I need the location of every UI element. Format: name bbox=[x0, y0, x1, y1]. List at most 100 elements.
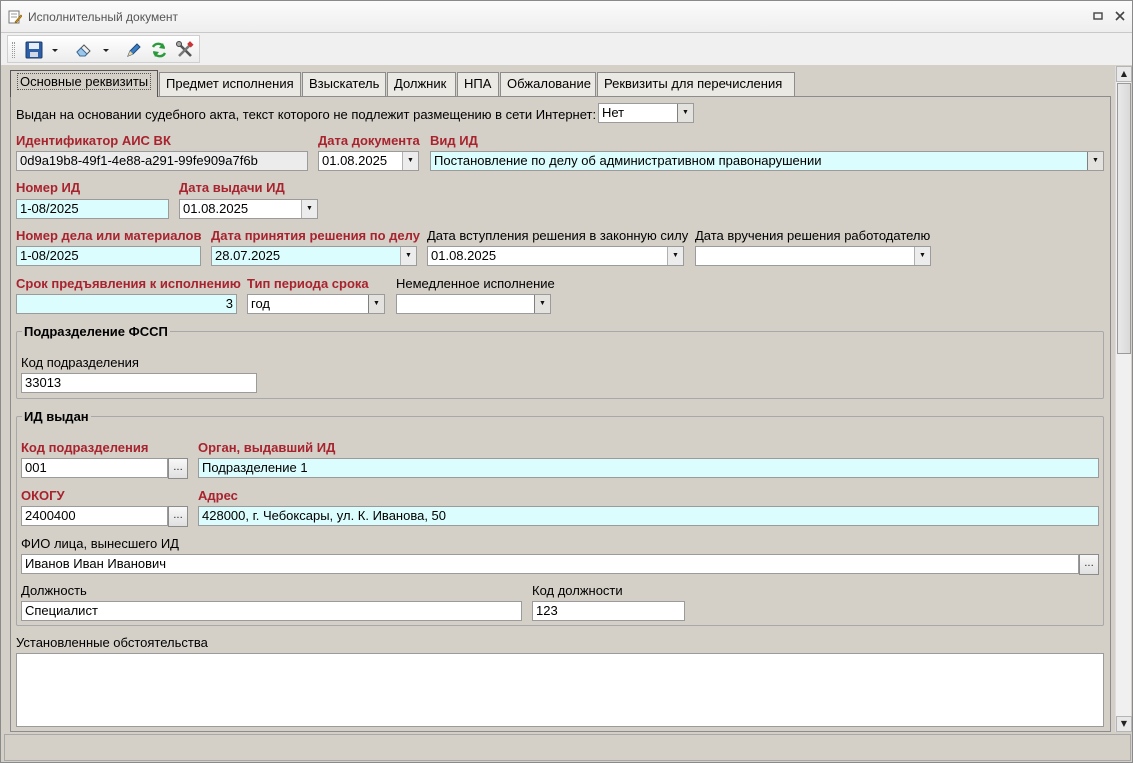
status-bar bbox=[4, 734, 1131, 761]
circumstances-label: Установленные обстоятельства bbox=[16, 635, 208, 650]
chevron-down-icon[interactable]: ▼ bbox=[400, 247, 416, 265]
term-field[interactable]: 3 bbox=[16, 294, 237, 314]
doc-kind-value: Постановление по делу об административно… bbox=[434, 153, 822, 168]
position-label: Должность bbox=[21, 583, 87, 598]
internet-select[interactable]: Нет ▼ bbox=[598, 103, 694, 123]
ais-id-label: Идентификатор АИС ВК bbox=[16, 133, 171, 148]
employer-date-field[interactable]: ▼ bbox=[695, 246, 931, 266]
immediate-label: Немедленное исполнение bbox=[396, 276, 555, 291]
person-label: ФИО лица, вынесшего ИД bbox=[21, 536, 179, 551]
tab-payment-details[interactable]: Реквизиты для перечисления bbox=[597, 72, 795, 96]
toolbar-area bbox=[1, 33, 1132, 65]
decision-date-field[interactable]: 28.07.2025 ▼ bbox=[211, 246, 417, 266]
tab-claimant[interactable]: Взыскатель bbox=[302, 72, 386, 96]
document-edit-icon bbox=[8, 10, 22, 24]
issued-code-field[interactable]: 001 bbox=[21, 458, 168, 478]
employer-date-label: Дата вручения решения работодателю bbox=[695, 228, 931, 243]
vertical-scrollbar[interactable]: ▲ ▼ bbox=[1115, 66, 1132, 732]
clear-button[interactable] bbox=[74, 40, 94, 60]
person-field[interactable]: Иванов Иван Иванович bbox=[21, 554, 1079, 574]
chevron-down-icon[interactable]: ▼ bbox=[301, 200, 317, 218]
period-type-select[interactable]: год ▼ bbox=[247, 294, 385, 314]
position-code-field[interactable]: 123 bbox=[532, 601, 685, 621]
scroll-down-button[interactable]: ▼ bbox=[1116, 716, 1132, 732]
decision-date-label: Дата принятия решения по делу bbox=[211, 228, 420, 243]
tools-icon bbox=[176, 41, 194, 57]
issued-code-browse-button[interactable]: ... bbox=[168, 458, 188, 479]
issued-group-title: ИД выдан bbox=[22, 409, 91, 424]
okogu-label: ОКОГУ bbox=[21, 488, 65, 503]
clear-dropdown-button[interactable] bbox=[101, 43, 111, 57]
term-label: Срок предъявления к исполнению bbox=[16, 276, 241, 291]
save-icon bbox=[25, 41, 43, 59]
okogu-field[interactable]: 2400400 bbox=[21, 506, 168, 526]
refresh-button[interactable] bbox=[149, 40, 169, 60]
scroll-thumb[interactable] bbox=[1117, 83, 1131, 354]
position-field[interactable]: Специалист bbox=[21, 601, 522, 621]
period-type-label: Тип периода срока bbox=[247, 276, 369, 291]
refresh-icon bbox=[151, 42, 167, 58]
title-bar: Исполнительный документ bbox=[1, 1, 1132, 33]
tools-button[interactable] bbox=[175, 40, 195, 60]
issue-date-field[interactable]: 01.08.2025 ▼ bbox=[179, 199, 318, 219]
eraser-icon bbox=[76, 44, 91, 57]
doc-date-label: Дата документа bbox=[318, 133, 420, 148]
effective-date-label: Дата вступления решения в законную силу bbox=[427, 228, 689, 243]
position-code-label: Код должности bbox=[532, 583, 623, 598]
pen-icon bbox=[127, 43, 141, 57]
tab-page-main: Выдан на основании судебного акта, текст… bbox=[10, 96, 1111, 732]
chevron-down-icon[interactable]: ▼ bbox=[534, 295, 550, 313]
tab-label: Основные реквизиты bbox=[17, 73, 152, 90]
tab-label: Взыскатель bbox=[309, 76, 380, 91]
tab-appeal[interactable]: Обжалование bbox=[500, 72, 596, 96]
chevron-down-icon[interactable]: ▼ bbox=[402, 152, 418, 170]
close-icon bbox=[1115, 11, 1125, 21]
tab-label: НПА bbox=[464, 76, 492, 91]
organ-field[interactable]: Подразделение 1 bbox=[198, 458, 1099, 478]
chevron-down-icon bbox=[103, 49, 109, 52]
chevron-down-icon[interactable]: ▼ bbox=[368, 295, 384, 313]
doc-date-value: 01.08.2025 bbox=[322, 153, 388, 168]
issued-code-label: Код подразделения bbox=[21, 440, 149, 455]
save-button[interactable] bbox=[24, 40, 44, 60]
issue-date-label: Дата выдачи ИД bbox=[179, 180, 285, 195]
scroll-up-button[interactable]: ▲ bbox=[1116, 66, 1132, 82]
effective-date-field[interactable]: 01.08.2025 ▼ bbox=[427, 246, 684, 266]
restore-button[interactable] bbox=[1090, 8, 1106, 24]
doc-date-field[interactable]: 01.08.2025 ▼ bbox=[318, 151, 419, 171]
fssp-code-field[interactable]: 33013 bbox=[21, 373, 257, 393]
internet-select-value: Нет bbox=[602, 105, 625, 120]
fssp-group-title: Подразделение ФССП bbox=[22, 324, 170, 339]
chevron-down-icon[interactable]: ▼ bbox=[1087, 152, 1103, 170]
chevron-down-icon[interactable]: ▼ bbox=[667, 247, 683, 265]
okogu-browse-button[interactable]: ... bbox=[168, 506, 188, 527]
chevron-down-icon[interactable]: ▼ bbox=[914, 247, 930, 265]
immediate-select[interactable]: ▼ bbox=[396, 294, 551, 314]
save-dropdown-button[interactable] bbox=[50, 43, 60, 57]
address-field[interactable]: 428000, г. Чебоксары, ул. К. Иванова, 50 bbox=[198, 506, 1099, 526]
ais-id-field[interactable]: 0d9a19b8-49f1-4e88-a291-99fe909a7f6b bbox=[16, 151, 308, 171]
chevron-down-icon[interactable]: ▼ bbox=[677, 104, 693, 122]
chevron-down-icon bbox=[52, 49, 58, 52]
case-number-field[interactable]: 1-08/2025 bbox=[16, 246, 201, 266]
toolbar-grip[interactable] bbox=[12, 42, 15, 58]
toolbar bbox=[7, 35, 200, 63]
tab-label: Реквизиты для перечисления bbox=[604, 76, 783, 91]
id-number-label: Номер ИД bbox=[16, 180, 81, 195]
effective-date-value: 01.08.2025 bbox=[431, 248, 497, 263]
tab-subject[interactable]: Предмет исполнения bbox=[159, 72, 301, 96]
id-number-field[interactable]: 1-08/2025 bbox=[16, 199, 169, 219]
internet-question-label: Выдан на основании судебного акта, текст… bbox=[16, 107, 597, 122]
edit-button[interactable] bbox=[124, 40, 144, 60]
doc-kind-select[interactable]: Постановление по делу об административно… bbox=[430, 151, 1104, 171]
fssp-code-label: Код подразделения bbox=[21, 355, 139, 370]
person-browse-button[interactable]: ... bbox=[1079, 554, 1099, 575]
tab-main-requisites[interactable]: Основные реквизиты bbox=[10, 70, 158, 97]
circumstances-textarea[interactable] bbox=[16, 653, 1104, 727]
decision-date-value: 28.07.2025 bbox=[215, 248, 281, 263]
tab-npa[interactable]: НПА bbox=[457, 72, 499, 96]
address-label: Адрес bbox=[198, 488, 238, 503]
tab-debtor[interactable]: Должник bbox=[387, 72, 456, 96]
close-button[interactable] bbox=[1112, 8, 1128, 24]
window-title: Исполнительный документ bbox=[28, 10, 179, 24]
